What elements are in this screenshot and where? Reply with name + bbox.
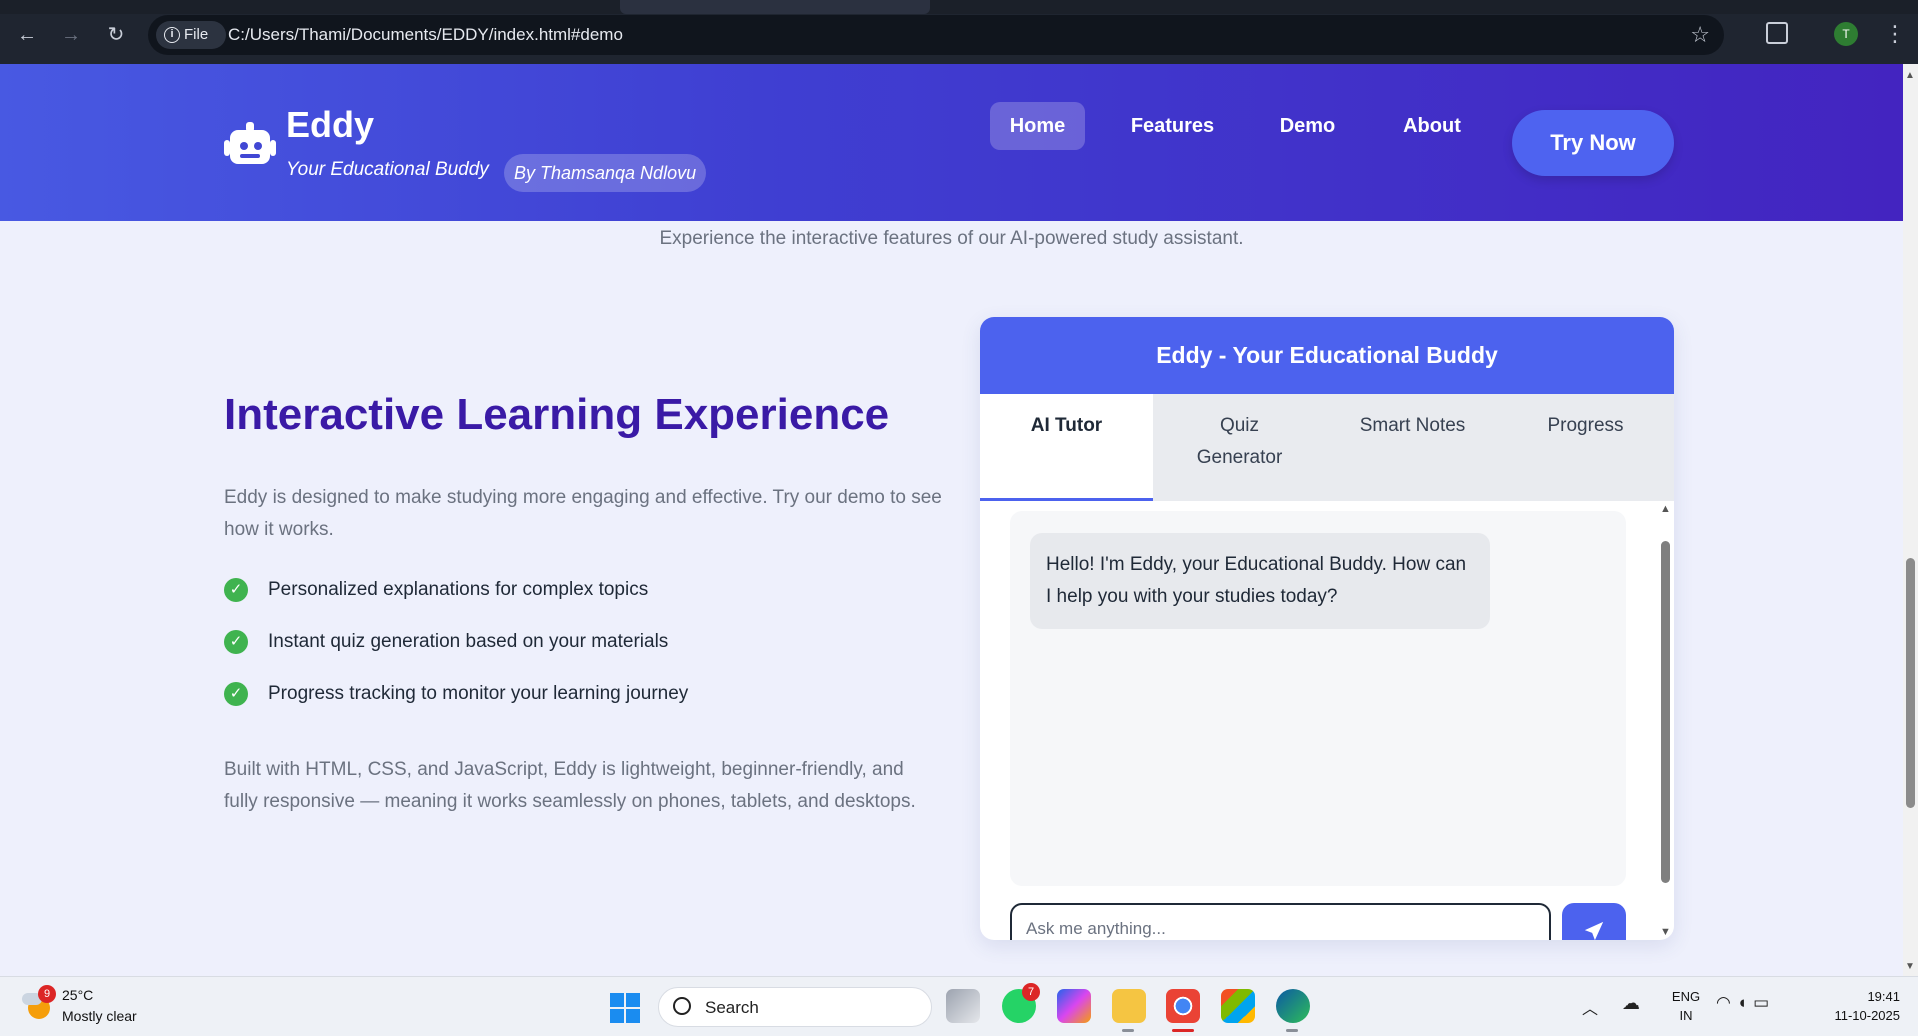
address-bar[interactable]: i File C:/Users/Thami/Documents/EDDY/ind…: [148, 15, 1724, 55]
bot-message: Hello! I'm Eddy, your Educational Buddy.…: [1030, 533, 1490, 629]
tab-progress[interactable]: Progress: [1499, 394, 1672, 501]
whatsapp-badge: 7: [1022, 983, 1040, 1001]
site-info-chip[interactable]: i File: [156, 21, 226, 49]
check-circle-icon: ✓: [224, 682, 248, 706]
tray-overflow-icon[interactable]: ︿: [1582, 995, 1598, 1019]
search-label: Search: [705, 998, 759, 1017]
demo-heading: Interactive Learning Experience: [224, 390, 890, 439]
author-badge: By Thamsanqa Ndlovu: [504, 154, 707, 192]
weather-temperature[interactable]: 25°C: [62, 987, 93, 1003]
language-indicator[interactable]: ENG IN: [1666, 987, 1706, 1025]
robot-logo-icon: [224, 122, 276, 164]
lang-region: IN: [1679, 1008, 1693, 1023]
chat-scroll-thumb[interactable]: [1661, 541, 1670, 883]
demo-description: Eddy is designed to make studying more e…: [224, 487, 942, 540]
task-view-icon[interactable]: [946, 989, 980, 1023]
clock-time: 19:41: [1867, 989, 1900, 1004]
edge-indicator: [1286, 1029, 1298, 1032]
chrome-icon[interactable]: [1166, 989, 1200, 1023]
brand-name[interactable]: Eddy: [286, 104, 374, 146]
page-scroll-thumb[interactable]: [1906, 558, 1915, 808]
chat-tab-bar: AI Tutor Quiz Generator Smart Notes Prog…: [980, 394, 1674, 501]
nav-home-link[interactable]: Home: [990, 102, 1085, 150]
send-button[interactable]: [1562, 903, 1626, 940]
weather-badge: 9: [38, 985, 56, 1003]
nav-features-link[interactable]: Features: [1120, 102, 1225, 150]
clock[interactable]: 19:41 11-10-2025: [1804, 987, 1900, 1025]
feature-text: Progress tracking to monitor your learni…: [268, 683, 689, 704]
file-label: File: [184, 26, 209, 43]
cloud-off-icon[interactable]: ☁: [1622, 993, 1640, 1014]
weather-condition[interactable]: Mostly clear: [62, 1008, 137, 1024]
info-icon: i: [164, 27, 180, 43]
reload-icon[interactable]: ↻: [103, 22, 129, 48]
chat-messages[interactable]: Hello! I'm Eddy, your Educational Buddy.…: [1010, 511, 1626, 886]
clock-date: 11-10-2025: [1834, 1008, 1900, 1023]
try-now-button[interactable]: Try Now: [1512, 110, 1674, 176]
page-scrollbar[interactable]: ▲ ▼: [1903, 64, 1918, 976]
search-icon: [673, 997, 691, 1015]
nav-about-link[interactable]: About: [1362, 102, 1502, 150]
chrome-active-indicator: [1172, 1029, 1194, 1032]
forward-icon[interactable]: →: [58, 22, 84, 48]
edge-icon[interactable]: [1276, 989, 1310, 1023]
tab-strip: [0, 0, 1918, 14]
section-subtitle: Experience the interactive features of o…: [659, 228, 1244, 249]
volume-icon[interactable]: ◖: [1737, 993, 1753, 1012]
brand-tagline: Your Educational Buddy: [286, 159, 489, 180]
active-tab[interactable]: [620, 0, 930, 14]
scroll-down-arrow-icon[interactable]: ▼: [1905, 961, 1915, 972]
check-circle-icon: ✓: [224, 630, 248, 654]
check-circle-icon: ✓: [224, 578, 248, 602]
taskbar-search[interactable]: Search: [658, 987, 932, 1027]
nav-demo-link[interactable]: Demo: [1270, 102, 1345, 150]
scroll-up-arrow-icon[interactable]: ▲: [1660, 503, 1671, 515]
scroll-down-arrow-icon[interactable]: ▼: [1660, 926, 1671, 938]
back-icon[interactable]: ←: [14, 22, 40, 48]
system-tray-icons[interactable]: ◠◖▭: [1716, 993, 1775, 1013]
site-header: Eddy Your Educational Buddy By Thamsanqa…: [0, 64, 1903, 221]
browser-toolbar: ← → ↻ i File C:/Users/Thami/Documents/ED…: [0, 0, 1918, 64]
file-explorer-icon[interactable]: [1112, 989, 1146, 1023]
extensions-icon[interactable]: [1766, 22, 1788, 44]
feature-text: Instant quiz generation based on your ma…: [268, 631, 669, 652]
profile-avatar[interactable]: T: [1834, 22, 1858, 46]
copilot-icon[interactable]: [1057, 989, 1091, 1023]
feature-text: Personalized explanations for complex to…: [268, 579, 649, 600]
chat-input[interactable]: [1010, 903, 1551, 940]
bookmark-star-icon[interactable]: ☆: [1690, 23, 1710, 47]
page-viewport: Eddy Your Educational Buddy By Thamsanqa…: [0, 64, 1903, 976]
tab-quiz-generator[interactable]: Quiz Generator: [1153, 394, 1326, 501]
paper-plane-icon: [1584, 921, 1604, 940]
built-with-text: Built with HTML, CSS, and JavaScript, Ed…: [224, 759, 916, 812]
url-text[interactable]: C:/Users/Thami/Documents/EDDY/index.html…: [228, 15, 623, 55]
scroll-up-arrow-icon[interactable]: ▲: [1905, 70, 1915, 81]
lang-code: ENG: [1671, 989, 1701, 1004]
chat-title: Eddy - Your Educational Buddy: [980, 317, 1674, 394]
wifi-icon[interactable]: ◠: [1716, 993, 1737, 1012]
windows-start-icon[interactable]: [610, 993, 640, 1023]
file-explorer-indicator: [1122, 1029, 1134, 1032]
taskbar: 9 25°C Mostly clear Search 7 ︿ ☁ ENG IN …: [0, 976, 1918, 1036]
battery-icon[interactable]: ▭: [1753, 993, 1775, 1012]
chat-widget: Eddy - Your Educational Buddy AI Tutor Q…: [980, 317, 1674, 940]
tab-smart-notes[interactable]: Smart Notes: [1326, 394, 1499, 501]
store-icon[interactable]: [1221, 989, 1255, 1023]
browser-menu-icon[interactable]: ⋮: [1884, 20, 1906, 48]
tab-ai-tutor[interactable]: AI Tutor: [980, 394, 1153, 501]
chat-scrollbar[interactable]: ▲ ▼: [1658, 501, 1672, 940]
